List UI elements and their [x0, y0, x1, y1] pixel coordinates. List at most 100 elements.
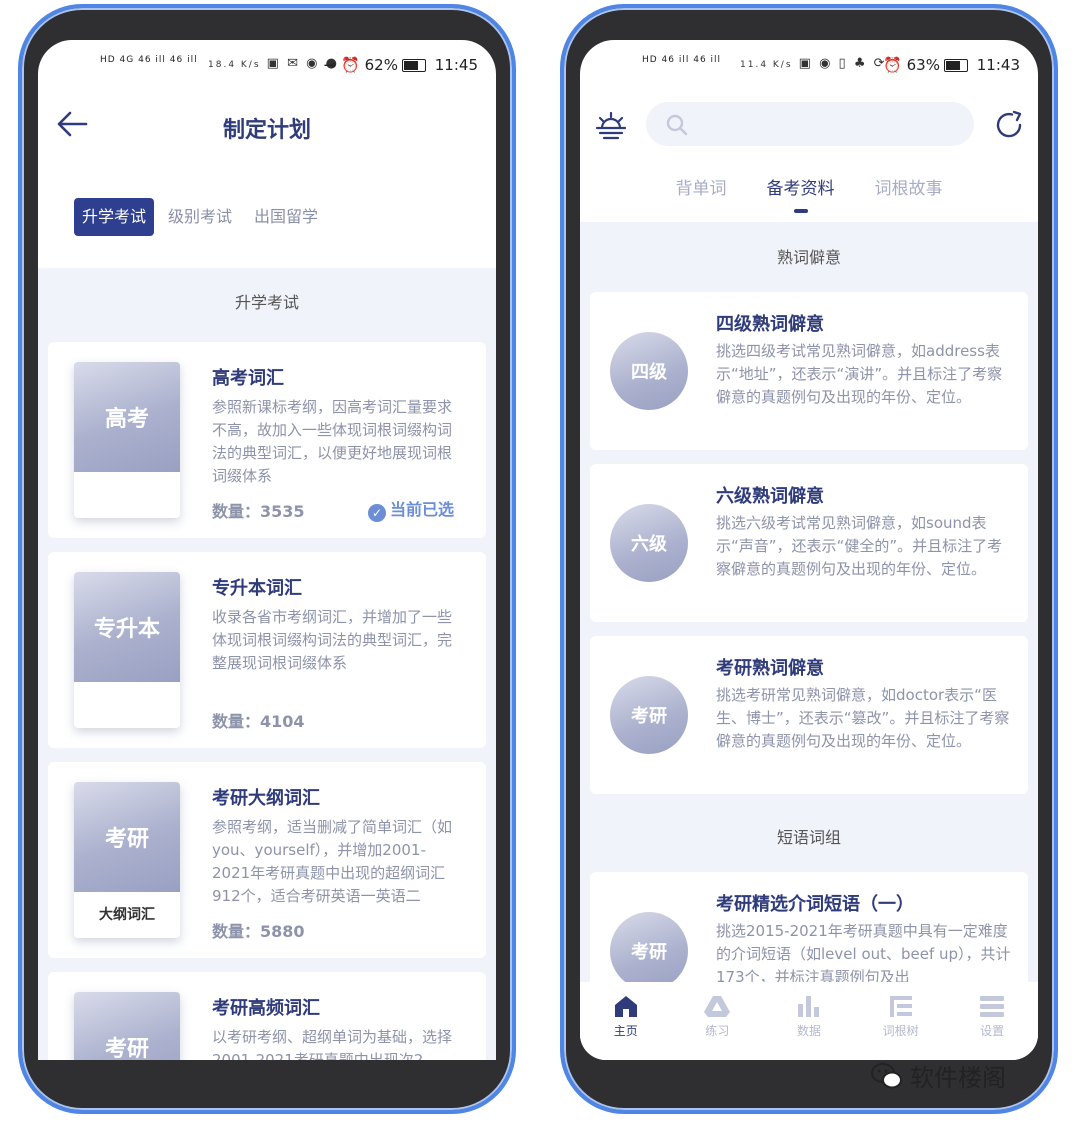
nav-label: 数据	[796, 1024, 821, 1038]
material-card[interactable]: 考研 考研熟词僻意 挑选考研常见熟词僻意，如doctor表示“医生、博士”，还表…	[590, 636, 1028, 794]
tab-study-abroad[interactable]: 出国留学	[246, 198, 326, 236]
nav-label: 主页	[613, 1024, 638, 1038]
wechat-icon	[871, 1062, 902, 1088]
search-icon	[666, 114, 688, 136]
current-selected: ✓ 当前已选	[367, 496, 454, 522]
tab-words[interactable]: 背单词	[676, 174, 727, 199]
nav-label: 设置	[980, 1024, 1005, 1038]
material-desc: 挑选四级考试常见熟词僻意，如address表示“地址”，还表示“演讲”。并且标注…	[716, 342, 1003, 406]
material-desc: 挑选2015-2021年考研真题中具有一定难度的介词短语（如level out、…	[716, 922, 1011, 986]
cover-label: 专升本	[74, 572, 180, 682]
alarm-icon: ⏰	[883, 56, 902, 74]
nav-label: 练习	[705, 1024, 730, 1038]
tab-materials[interactable]: 备考资料	[767, 174, 835, 213]
speed-readout: 11.4 K/s	[740, 60, 793, 70]
current-label: 当前已选	[389, 500, 454, 519]
level-badge: 六级	[610, 504, 688, 582]
cover-sub: 大纲词汇	[99, 907, 155, 923]
book-card-kaoyan-frequent[interactable]: 考研 考研高频词汇 以考研考纲、超纲单词为基础，选择2001-2021考研真题中…	[48, 972, 486, 1060]
level-badge: 考研	[610, 676, 688, 754]
watermark-text: 软件楼阁	[910, 1064, 1006, 1092]
status-right: ⊸ ⏰ 62% 11:45	[324, 56, 478, 74]
check-icon: ✓	[367, 504, 386, 522]
book-card-gaokao[interactable]: 高考 高考词汇 参照新课标考纲，因高考词汇量要求不高，故加入一些体现词根词缀构词…	[48, 342, 486, 538]
right-screen: HD 46 ill 46 ill 11.4 K/s ▣ ◉ ▯ ♣ ⟳ ⏰ 63…	[580, 40, 1038, 1060]
section-title: 升学考试	[234, 293, 299, 312]
status-bar: HD 4G 46 ill 46 ill 18.4 K/s ▣ ✉ ◉ ● ▯ ⊸…	[38, 52, 496, 80]
cover-label: 考研	[74, 782, 180, 892]
book-cover: 高考	[74, 362, 180, 518]
speed-readout: 18.4 K/s	[208, 60, 261, 70]
nav-label: 词根树	[882, 1024, 919, 1038]
book-desc: 收录各省市考纲词汇，并增加了一些体现词根词缀构词法的典型词汇，完整展现词根词缀体…	[212, 608, 453, 672]
level-badge: 考研	[610, 912, 688, 990]
clock: 11:43	[976, 56, 1020, 74]
search-bar[interactable]	[646, 102, 974, 146]
material-title: 四级熟词僻意	[716, 314, 824, 335]
home-icon	[614, 996, 637, 1017]
nav-root-tree[interactable]: 词根树	[855, 982, 947, 1060]
battery-icon	[401, 59, 426, 72]
battery-percent: 62%	[364, 56, 398, 74]
cover-sub	[74, 472, 180, 518]
material-title: 考研熟词僻意	[716, 658, 824, 679]
book-card-zhuanshengben[interactable]: 专升本 专升本词汇 收录各省市考纲词汇，并增加了一些体现词根词缀构词法的典型词汇…	[48, 552, 486, 748]
nav-settings[interactable]: 设置	[946, 982, 1038, 1060]
book-title: 考研大纲词汇	[212, 788, 320, 809]
nav-home[interactable]: 主页	[580, 982, 672, 1060]
book-title: 考研高频词汇	[212, 998, 320, 1019]
cover-sub	[74, 682, 180, 728]
notification-icons: 11.4 K/s ▣ ◉ ▯ ♣ ⟳	[740, 56, 887, 71]
cover-label: 考研	[74, 992, 180, 1060]
word-count: 数量：3535	[212, 502, 305, 521]
battery-percent: 63%	[906, 56, 940, 74]
book-desc: 参照新课标考纲，因高考词汇量要求不高，故加入一些体现词根词缀构词法的典型词汇，以…	[212, 398, 453, 485]
material-card[interactable]: 六级 六级熟词僻意 挑选六级考试常见熟词僻意，如sound表示“声音”，还表示“…	[590, 464, 1028, 622]
refresh-icon[interactable]	[992, 108, 1026, 142]
material-title: 六级熟词僻意	[716, 486, 824, 507]
network-indicator: HD 46 ill 46 ill	[642, 55, 722, 65]
plan-section: 升学考试 高考 高考词汇 参照新课标考纲，因高考词汇量要求不高，故加入一些体现词…	[38, 268, 496, 1060]
level-badge: 四级	[610, 332, 688, 410]
book-desc: 参照考纲，适当删减了简单词汇（如you、yourself），并增加2001-20…	[212, 818, 453, 905]
materials-section: 熟词僻意 四级 四级熟词僻意 挑选四级考试常见熟词僻意，如address表示“地…	[580, 222, 1038, 1060]
page-title: 制定计划	[222, 118, 311, 143]
status-right: ⏰ 63% 11:43	[883, 56, 1020, 74]
bottom-nav: 主页 练习 数据 词根树 设置	[580, 982, 1038, 1060]
word-count: 数量：4104	[212, 712, 305, 731]
sunrise-icon[interactable]	[594, 108, 628, 142]
content-tabs: 背单词 备考资料 词根故事	[580, 174, 1038, 213]
book-cover: 专升本	[74, 572, 180, 728]
key-icon: ⊸	[323, 56, 337, 74]
nav-data[interactable]: 数据	[763, 982, 855, 1060]
book-desc: 以考研考纲、超纲单词为基础，选择2001-2021考研真题中出现次2	[212, 1028, 453, 1060]
practice-icon	[704, 996, 731, 1017]
left-screen: HD 4G 46 ill 46 ill 18.4 K/s ▣ ✉ ◉ ● ▯ ⊸…	[38, 40, 496, 1060]
status-bar: HD 46 ill 46 ill 11.4 K/s ▣ ◉ ▯ ♣ ⟳ ⏰ 63…	[580, 52, 1038, 80]
menu-icon	[980, 996, 1005, 1017]
book-card-kaoyan-outline[interactable]: 考研 大纲词汇 考研大纲词汇 参照考纲，适当删减了简单词汇（如you、yours…	[48, 762, 486, 958]
left-phone: HD 4G 46 ill 46 ill 18.4 K/s ▣ ✉ ◉ ● ▯ ⊸…	[18, 4, 516, 1114]
tab-entrance-exam[interactable]: 升学考试	[74, 198, 155, 236]
word-count: 数量：5880	[212, 922, 305, 941]
watermark: 软件楼阁	[870, 1058, 1006, 1093]
material-desc: 挑选六级考试常见熟词僻意，如sound表示“声音”，还表示“健全的”。并且标注了…	[716, 514, 1003, 578]
battery-icon	[943, 59, 968, 72]
book-title: 专升本词汇	[212, 578, 302, 599]
book-cover: 考研 大纲词汇	[74, 782, 180, 938]
book-cover: 考研	[74, 992, 180, 1060]
book-title: 高考词汇	[212, 368, 284, 389]
cover-label: 高考	[74, 362, 180, 472]
tab-root-stories[interactable]: 词根故事	[875, 174, 943, 199]
right-phone: HD 46 ill 46 ill 11.4 K/s ▣ ◉ ▯ ♣ ⟳ ⏰ 63…	[560, 4, 1058, 1114]
material-card[interactable]: 四级 四级熟词僻意 挑选四级考试常见熟词僻意，如address表示“地址”，还表…	[590, 292, 1028, 450]
network-indicator: HD 4G 46 ill 46 ill	[100, 55, 198, 65]
material-title: 考研精选介词短语（一）	[716, 894, 914, 915]
exam-tabs: 升学考试 级别考试 出国留学	[74, 198, 326, 236]
nav-practice[interactable]: 练习	[672, 982, 764, 1060]
alarm-icon: ⏰	[341, 56, 360, 74]
clock: 11:45	[434, 56, 478, 74]
section-title: 短语词组	[776, 828, 841, 847]
material-desc: 挑选考研常见熟词僻意，如doctor表示“医生、博士”，还表示“篡改”。并且标注…	[716, 686, 1010, 750]
tab-level-exam[interactable]: 级别考试	[160, 198, 240, 236]
